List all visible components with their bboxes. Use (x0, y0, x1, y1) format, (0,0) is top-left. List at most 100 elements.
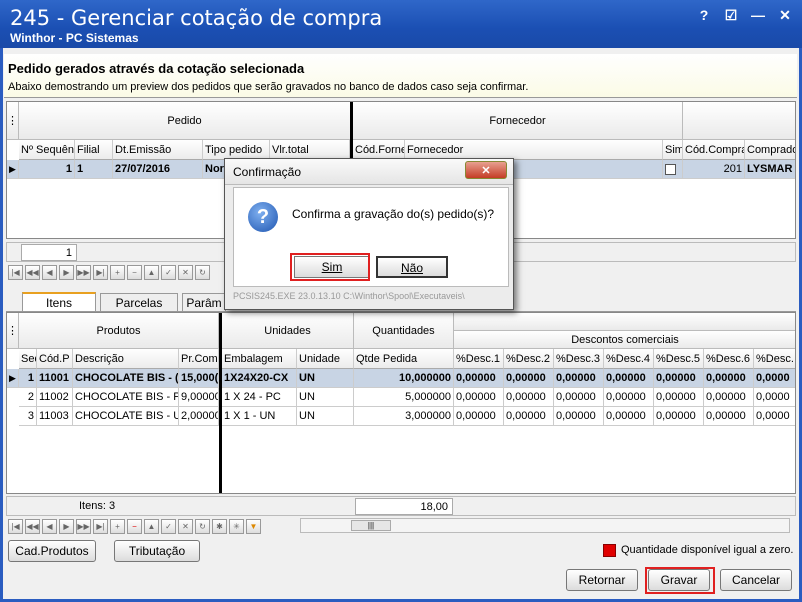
cell-seq[interactable]: 2 (19, 388, 37, 407)
cell-seq[interactable]: 1 (19, 369, 37, 388)
cell-desc6[interactable]: 0,00000 (704, 407, 754, 426)
column-header[interactable]: Dt.Emissão (113, 140, 203, 160)
cell-desc2[interactable]: 0,00000 (504, 369, 554, 388)
help-icon[interactable]: ? (697, 8, 711, 22)
asterisk-icon[interactable]: ✱ (212, 518, 227, 534)
cell-desc2[interactable]: 0,00000 (504, 407, 554, 426)
cell-cod[interactable]: 11003 (37, 407, 73, 426)
column-header[interactable]: Qtde Pedida (354, 349, 454, 369)
cell-cod[interactable]: 11002 (37, 388, 73, 407)
last-record-button[interactable]: ▶| (93, 518, 108, 534)
cell-preco[interactable]: 9,00000( (179, 388, 219, 407)
cell-qtde[interactable]: 10,000000 (354, 369, 454, 388)
column-header[interactable]: %Desc.3 (554, 349, 604, 369)
column-header[interactable]: %Desc.5 (654, 349, 704, 369)
scrollbar-thumb[interactable]: ||| (351, 520, 391, 531)
cell-cod-compra[interactable]: 201 (683, 160, 745, 179)
tab-parametros[interactable]: Parâm (182, 293, 226, 313)
column-header[interactable]: Sim (663, 140, 683, 160)
column-header[interactable]: Filial (75, 140, 113, 160)
tab-parcelas[interactable]: Parcelas (100, 293, 178, 313)
cell-sim-checkbox[interactable] (663, 160, 683, 179)
cell-seq[interactable]: 1 (19, 160, 75, 179)
cell-comprador[interactable]: LYSMAR (745, 160, 795, 179)
items-grid[interactable]: ⋮ Produtos Unidades Quantidades Desconto… (6, 312, 796, 494)
cell-desc1[interactable]: 0,00000 (454, 369, 504, 388)
edit-icon[interactable]: ☑ (724, 8, 738, 22)
column-header[interactable]: Pr.Com (179, 349, 219, 369)
filter-icon[interactable]: ▼ (246, 518, 261, 534)
sparkle-icon[interactable]: ✳ (229, 518, 244, 534)
cell-desc4[interactable]: 0,00000 (604, 388, 654, 407)
grid-menu-icon[interactable]: ⋮ (7, 102, 19, 140)
column-header[interactable]: Unidade (297, 349, 354, 369)
column-header[interactable]: Vlr.total (270, 140, 350, 160)
nao-button[interactable]: Não (376, 256, 448, 278)
cell-desc5[interactable]: 0,00000 (654, 369, 704, 388)
cell-desc5[interactable]: 0,00000 (654, 388, 704, 407)
cell-preco[interactable]: 2,00000( (179, 407, 219, 426)
next-page-button[interactable]: ▶▶ (76, 264, 91, 280)
cell-embalagem[interactable]: 1 X 1 - UN (222, 407, 297, 426)
cell-embalagem[interactable]: 1X24X20-CX (222, 369, 297, 388)
column-header[interactable]: %Desc.6 (704, 349, 754, 369)
first-record-button[interactable]: |◀ (8, 518, 23, 534)
post-button[interactable]: ✓ (161, 264, 176, 280)
cell-unidade[interactable]: UN (297, 407, 354, 426)
prev-page-button[interactable]: ◀◀ (25, 518, 40, 534)
next-page-button[interactable]: ▶▶ (76, 518, 91, 534)
edit-button[interactable]: ▲ (144, 518, 159, 534)
column-header[interactable]: %Desc. (754, 349, 795, 369)
cancelar-button[interactable]: Cancelar (720, 569, 792, 591)
cell-unidade[interactable]: UN (297, 369, 354, 388)
cell-desc4[interactable]: 0,00000 (604, 407, 654, 426)
cell-desc2[interactable]: 0,00000 (504, 388, 554, 407)
cell-desc7[interactable]: 0,0000 (754, 369, 795, 388)
cell-descricao[interactable]: CHOCOLATE BIS - P/ (73, 388, 179, 407)
insert-button[interactable]: + (110, 518, 125, 534)
cell-desc6[interactable]: 0,00000 (704, 369, 754, 388)
prev-page-button[interactable]: ◀◀ (25, 264, 40, 280)
grid-menu-icon[interactable]: ⋮ (7, 313, 19, 349)
prev-record-button[interactable]: ◀ (42, 518, 57, 534)
cell-desc5[interactable]: 0,00000 (654, 407, 704, 426)
column-header[interactable]: %Desc.4 (604, 349, 654, 369)
prev-record-button[interactable]: ◀ (42, 264, 57, 280)
delete-button[interactable]: − (127, 264, 142, 280)
column-header[interactable]: Cód.P (37, 349, 73, 369)
cell-cod[interactable]: 11001 (37, 369, 73, 388)
cancel-edit-button[interactable]: ✕ (178, 264, 193, 280)
cell-embalagem[interactable]: 1 X 24 - PC (222, 388, 297, 407)
cell-descricao[interactable]: CHOCOLATE BIS - ( (73, 369, 179, 388)
last-record-button[interactable]: ▶| (93, 264, 108, 280)
column-header[interactable]: Descrição (73, 349, 179, 369)
delete-button[interactable]: − (127, 518, 142, 534)
insert-button[interactable]: + (110, 264, 125, 280)
cell-desc6[interactable]: 0,00000 (704, 388, 754, 407)
edit-button[interactable]: ▲ (144, 264, 159, 280)
cell-desc3[interactable]: 0,00000 (554, 369, 604, 388)
tributacao-button[interactable]: Tributação (114, 540, 200, 562)
cell-filial[interactable]: 1 (75, 160, 113, 179)
cell-qtde[interactable]: 3,000000 (354, 407, 454, 426)
column-header[interactable]: Comprado (745, 140, 795, 160)
horizontal-scrollbar[interactable]: ||| (300, 518, 790, 533)
cell-preco[interactable]: 15,000( (179, 369, 219, 388)
cell-dt-emissao[interactable]: 27/07/2016 (113, 160, 203, 179)
refresh-button[interactable]: ↻ (195, 264, 210, 280)
column-header[interactable]: Seq (19, 349, 37, 369)
minimize-icon[interactable]: — (751, 8, 765, 22)
tab-itens[interactable]: Itens (22, 292, 96, 312)
cell-desc3[interactable]: 0,00000 (554, 388, 604, 407)
column-header[interactable]: Nº Sequên (19, 140, 75, 160)
retornar-button[interactable]: Retornar (566, 569, 638, 591)
dialog-close-button[interactable]: ✕ (465, 161, 507, 179)
column-header[interactable]: %Desc.1 (454, 349, 504, 369)
next-record-button[interactable]: ▶ (59, 264, 74, 280)
column-header[interactable]: Tipo pedido (203, 140, 270, 160)
cell-qtde[interactable]: 5,000000 (354, 388, 454, 407)
next-record-button[interactable]: ▶ (59, 518, 74, 534)
cell-seq[interactable]: 3 (19, 407, 37, 426)
post-button[interactable]: ✓ (161, 518, 176, 534)
cell-desc7[interactable]: 0,0000 (754, 407, 795, 426)
